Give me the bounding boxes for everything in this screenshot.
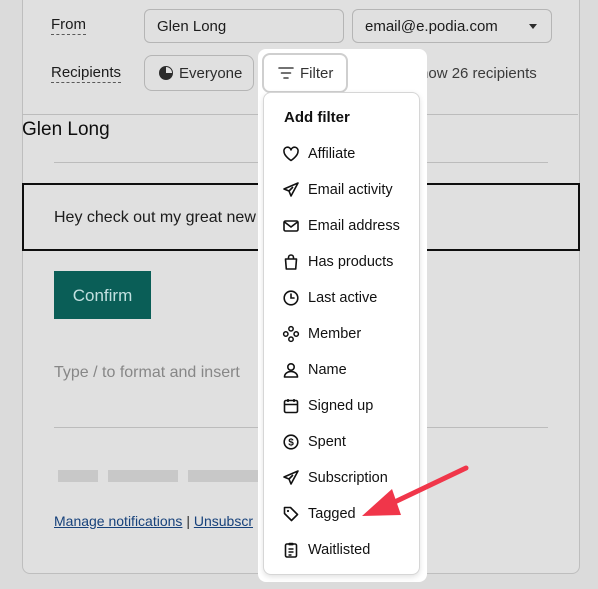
annotation-arrow — [362, 465, 469, 516]
